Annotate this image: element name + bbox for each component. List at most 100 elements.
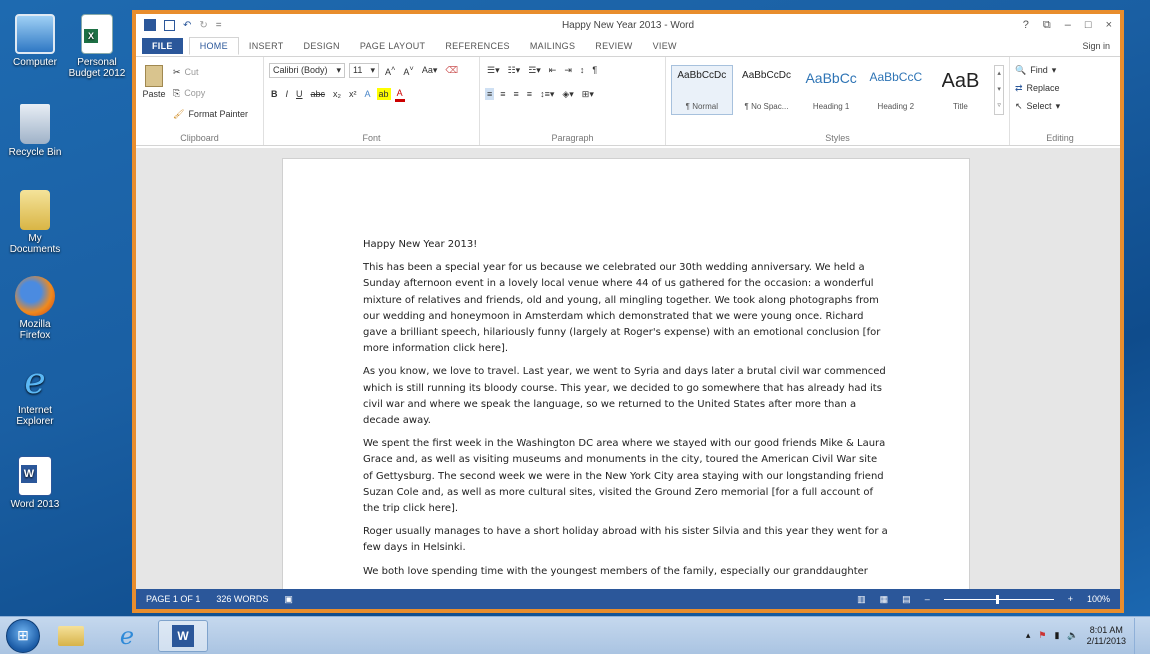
desktop-icon-word[interactable]: W Word 2013	[4, 456, 66, 510]
zoom-slider[interactable]	[943, 594, 1054, 604]
desktop-icon-recycle-bin[interactable]: Recycle Bin	[4, 104, 66, 158]
style-heading-2[interactable]: AaBbCcC Heading 2	[865, 65, 927, 115]
help-button[interactable]: ?	[1023, 19, 1029, 32]
select-button[interactable]: ↖ Select ▾	[1015, 97, 1105, 115]
proofing-icon[interactable]: ▣	[284, 594, 293, 605]
style-title[interactable]: AaB Title	[930, 65, 992, 115]
underline-button[interactable]: U	[294, 88, 305, 100]
undo-icon[interactable]: ↶	[183, 20, 191, 31]
taskbar-explorer-button[interactable]	[46, 620, 96, 652]
taskbar-ie-button[interactable]: e	[102, 620, 152, 652]
redo-icon[interactable]: ↻	[199, 20, 207, 31]
document-paragraph[interactable]: We both love spending time with the youn…	[363, 564, 888, 580]
tab-page-layout[interactable]: PAGE LAYOUT	[350, 38, 435, 54]
style-heading-1[interactable]: AaBbCc Heading 1	[800, 65, 862, 115]
style-normal[interactable]: AaBbCcDc ¶ Normal	[671, 65, 733, 115]
desktop-icon-internet-explorer[interactable]: e Internet Explorer	[4, 362, 66, 428]
subscript-button[interactable]: x₂	[331, 88, 343, 100]
show-formatting-button[interactable]: ¶	[590, 64, 599, 76]
font-name-dropdown[interactable]: Calibri (Body) ▾	[269, 62, 345, 78]
numbering-button[interactable]: ☷▾	[506, 64, 523, 77]
tab-view[interactable]: VIEW	[643, 38, 687, 54]
document-heading[interactable]: Happy New Year 2013!	[363, 237, 888, 253]
document-page[interactable]: Happy New Year 2013! This has been a spe…	[282, 158, 970, 589]
tab-file[interactable]: FILE	[142, 38, 183, 54]
zoom-in-button[interactable]: +	[1068, 594, 1073, 604]
sort-button[interactable]: ↕	[578, 64, 587, 76]
shading-button[interactable]: ◈▾	[560, 88, 575, 101]
bullets-button[interactable]: ☰▾	[485, 64, 502, 77]
document-paragraph[interactable]: As you know, we love to travel. Last yea…	[363, 364, 888, 429]
zoom-level[interactable]: 100%	[1087, 594, 1110, 604]
web-layout-icon[interactable]: ▤	[902, 594, 911, 605]
align-left-button[interactable]: ≡	[485, 88, 495, 100]
document-paragraph[interactable]: We spent the first week in the Washingto…	[363, 436, 888, 517]
justify-button[interactable]: ≡	[525, 88, 534, 100]
copy-label: Copy	[184, 88, 206, 98]
shrink-font-button[interactable]: A˅	[401, 63, 415, 78]
text-effects-button[interactable]: A	[363, 88, 373, 100]
customize-qat-icon[interactable]: =	[216, 20, 222, 31]
ribbon-display-options-icon[interactable]: ⧉	[1043, 19, 1051, 32]
document-paragraph[interactable]: This has been a special year for us beca…	[363, 260, 888, 357]
cut-button[interactable]: ✂ Cut	[173, 63, 248, 81]
desktop-icon-my-documents[interactable]: My Documents	[4, 190, 66, 255]
font-color-button[interactable]: A	[394, 87, 405, 102]
format-painter-button[interactable]: 🖌 Format Painter	[173, 105, 248, 123]
bold-button[interactable]: B	[269, 88, 280, 100]
document-area[interactable]: Happy New Year 2013! This has been a spe…	[136, 148, 1120, 589]
copy-button[interactable]: ⎘ Copy	[173, 84, 248, 102]
zoom-out-button[interactable]: –	[925, 594, 930, 604]
paste-button[interactable]: Paste	[141, 61, 167, 131]
read-mode-icon[interactable]: ▥	[857, 594, 866, 605]
font-size-dropdown[interactable]: 11 ▾	[349, 62, 379, 78]
tab-review[interactable]: REVIEW	[585, 38, 642, 54]
align-right-button[interactable]: ≡	[512, 88, 521, 100]
document-body[interactable]: Happy New Year 2013! This has been a spe…	[363, 237, 888, 587]
zoom-slider-thumb[interactable]	[995, 594, 999, 604]
action-center-icon[interactable]: ⚑	[1038, 630, 1046, 641]
line-spacing-button[interactable]: ↕≡▾	[538, 88, 556, 101]
tab-mailings[interactable]: MAILINGS	[520, 38, 585, 54]
network-icon[interactable]: ▮	[1054, 630, 1059, 641]
change-case-button[interactable]: Aa▾	[420, 64, 440, 77]
style-no-spacing[interactable]: AaBbCcDc ¶ No Spac...	[736, 65, 798, 115]
tab-home[interactable]: HOME	[188, 37, 239, 55]
maximize-button[interactable]: □	[1085, 19, 1092, 32]
decrease-indent-button[interactable]: ⇤	[547, 64, 559, 77]
tab-insert[interactable]: INSERT	[239, 38, 294, 54]
taskbar-word-button[interactable]: W	[158, 619, 208, 652]
document-paragraph[interactable]: Roger usually manages to have a short ho…	[363, 524, 888, 556]
word-count[interactable]: 326 WORDS	[216, 594, 268, 604]
minimize-button[interactable]: –	[1065, 19, 1071, 32]
desktop-icon-computer[interactable]: Computer	[4, 14, 66, 68]
superscript-button[interactable]: x²	[347, 88, 359, 100]
page-count[interactable]: PAGE 1 OF 1	[146, 594, 200, 604]
show-hidden-icons-icon[interactable]: ▴	[1026, 630, 1031, 641]
increase-indent-button[interactable]: ⇥	[562, 64, 574, 77]
editing-group: 🔍 Find ▾ ⇄ Replace ↖ Select ▾ Editing	[1010, 57, 1110, 145]
desktop-icon-firefox[interactable]: Mozilla Firefox	[4, 276, 66, 341]
highlight-color-button[interactable]: ab	[376, 88, 391, 100]
desktop-icon-personal-budget[interactable]: X Personal Budget 2012	[66, 14, 128, 79]
sign-in-link[interactable]: Sign in	[1082, 41, 1110, 51]
save-icon[interactable]	[164, 19, 175, 31]
align-center-button[interactable]: ≡	[498, 88, 507, 100]
tab-references[interactable]: REFERENCES	[435, 38, 520, 54]
find-button[interactable]: 🔍 Find ▾	[1015, 61, 1105, 79]
close-button[interactable]: ×	[1106, 19, 1112, 32]
styles-scroll-icon[interactable]: ▴ ▾ ▿	[994, 65, 1004, 115]
start-button[interactable]: ⊞	[6, 618, 40, 653]
borders-button[interactable]: ⊞▾	[580, 88, 596, 101]
show-desktop-button[interactable]	[1134, 617, 1142, 654]
print-layout-icon[interactable]: ▦	[880, 594, 889, 605]
multilevel-list-button[interactable]: ☲▾	[526, 64, 543, 77]
strikethrough-button[interactable]: abc	[309, 88, 328, 100]
clock[interactable]: 8:01 AM 2/11/2013	[1087, 625, 1126, 647]
italic-button[interactable]: I	[284, 88, 291, 100]
tab-design[interactable]: DESIGN	[294, 38, 350, 54]
volume-icon[interactable]: 🔈	[1067, 630, 1078, 641]
grow-font-button[interactable]: A˄	[383, 63, 397, 78]
clear-formatting-icon[interactable]: ⌫	[443, 64, 460, 77]
replace-button[interactable]: ⇄ Replace	[1015, 79, 1105, 97]
